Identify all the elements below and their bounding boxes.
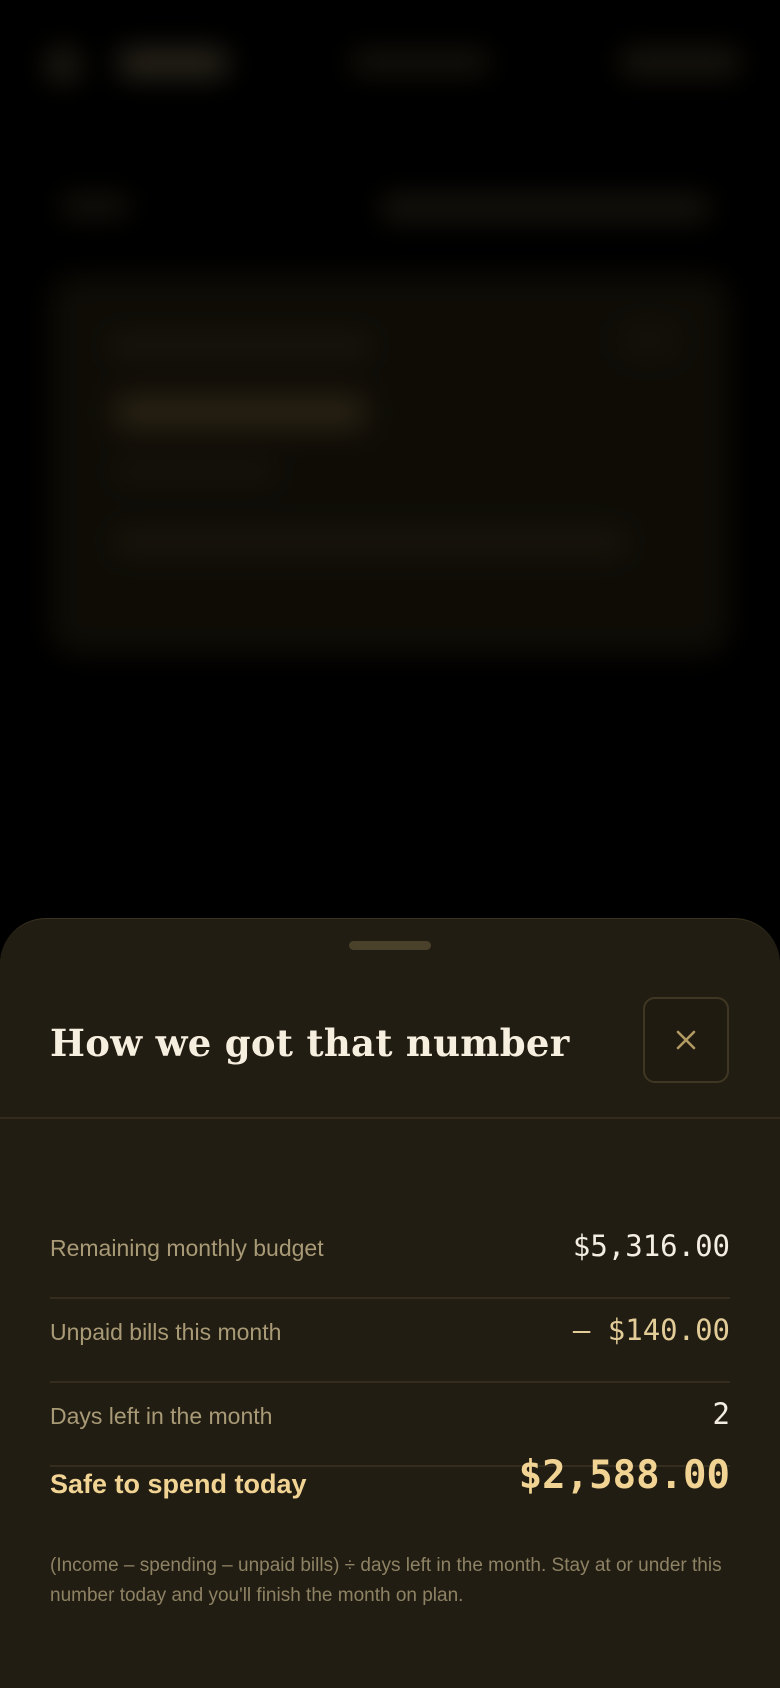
blurred-card-badge — [620, 320, 680, 360]
app-screen: How we got that number Remaining monthly… — [0, 0, 780, 1688]
blurred-card-progress — [115, 530, 625, 554]
formula-footnote: (Income – spending – unpaid bills) ÷ day… — [50, 1555, 722, 1606]
sheet-drag-handle[interactable] — [349, 941, 431, 950]
close-button[interactable] — [643, 997, 729, 1083]
blurred-menu-icon — [46, 48, 80, 82]
row-value: 2 — [712, 1397, 730, 1431]
blurred-card-amount — [115, 395, 365, 429]
explanation-bottom-sheet: How we got that number Remaining monthly… — [0, 918, 780, 1688]
blurred-card-caption — [110, 335, 370, 357]
safe-to-spend-total: Safe to spend today $2,588.00 — [50, 1449, 730, 1519]
blurred-section-label — [60, 195, 130, 217]
row-label: Days left in the month — [50, 1403, 273, 1429]
row-label: Remaining monthly budget — [50, 1235, 324, 1261]
blurred-card-subtext — [115, 460, 275, 482]
blurred-background-screen — [0, 0, 780, 920]
row-value: $5,316.00 — [572, 1229, 730, 1263]
breakdown-row-unpaid-bills: Unpaid bills this month – $140.00 — [50, 1299, 730, 1383]
calculation-breakdown: Remaining monthly budget $5,316.00 Unpai… — [50, 1215, 730, 1467]
total-label: Safe to spend today — [50, 1469, 307, 1499]
header-divider — [0, 1117, 780, 1119]
blurred-header-center — [350, 50, 490, 74]
close-icon — [676, 1030, 696, 1050]
blurred-app-title — [118, 48, 228, 78]
row-value: – $140.00 — [572, 1313, 730, 1347]
total-value: $2,588.00 — [518, 1453, 730, 1498]
blurred-section-action — [380, 195, 710, 221]
blurred-header-right — [620, 48, 740, 76]
breakdown-row-remaining-budget: Remaining monthly budget $5,316.00 — [50, 1215, 730, 1299]
sheet-title: How we got that number — [50, 1021, 570, 1065]
row-label: Unpaid bills this month — [50, 1319, 282, 1345]
